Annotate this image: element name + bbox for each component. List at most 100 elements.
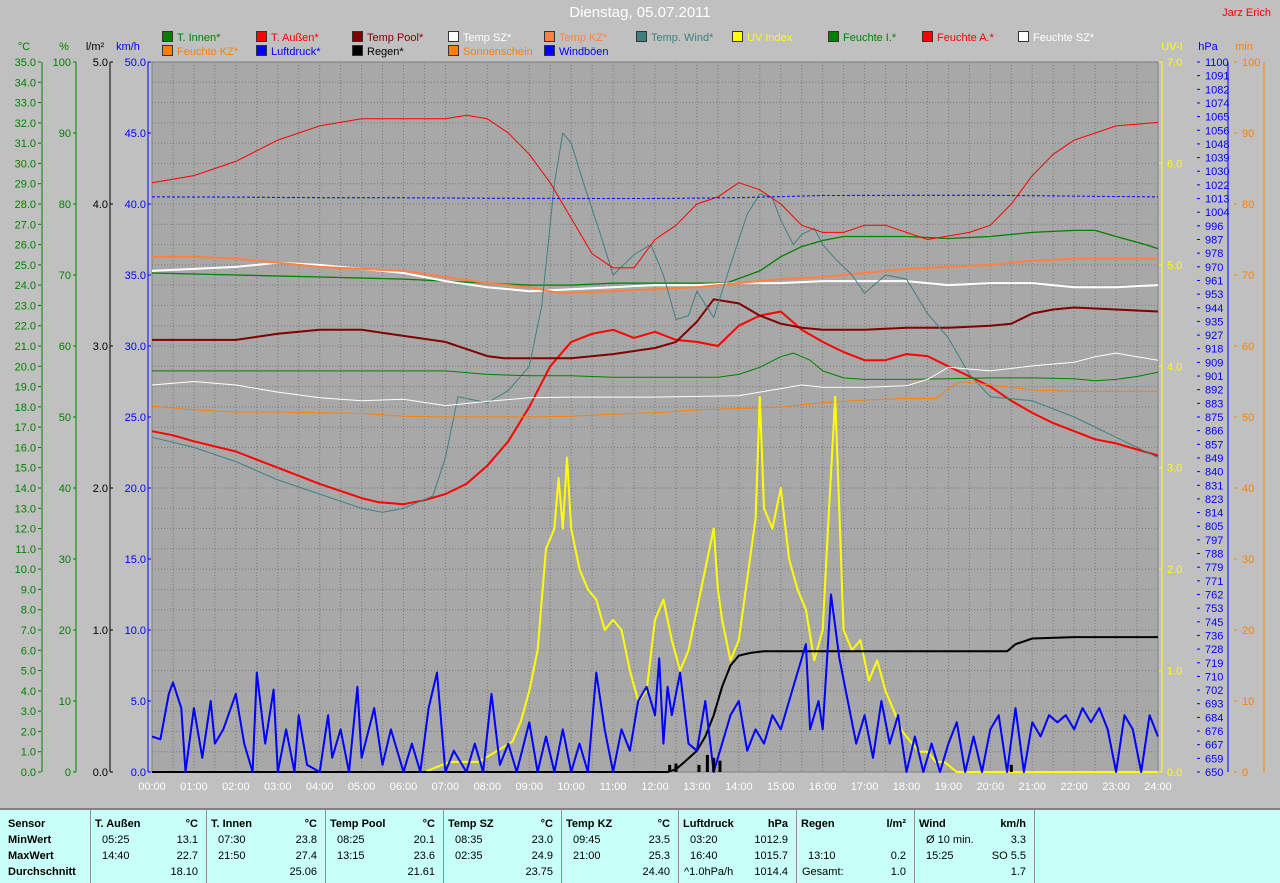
legend-swatch: [922, 31, 933, 42]
pressure-axis-tick-label: 857: [1205, 439, 1223, 451]
temp-axis-tick-label: 16.0: [15, 442, 36, 454]
legend-item: Temp Pool*: [352, 31, 423, 45]
stats-label-max: MaxWert: [8, 850, 54, 862]
stats-cell-max: 0.2: [890, 850, 906, 862]
wind-axis-tick-label: 10.0: [125, 625, 146, 637]
stats-cell-max-time: 21:00: [573, 850, 601, 862]
chart-title: Dienstag, 05.07.2011: [569, 4, 711, 21]
stats-cell-unit: hPa: [767, 818, 788, 830]
legend-item: Feuchte KZ*: [162, 45, 238, 59]
temp-axis-tick-label: 19.0: [15, 382, 36, 394]
legend-label: T. Innen*: [177, 32, 221, 44]
pressure-axis-tick-label: 788: [1205, 549, 1223, 561]
sun-axis-tick-label: 30: [1242, 554, 1254, 566]
time-axis-tick-label: 04:00: [306, 781, 334, 793]
temp-axis-tick-label: 31.0: [15, 138, 36, 150]
humidity-axis-tick-label: 10: [59, 696, 71, 708]
humidity-axis-tick-label: 50: [59, 412, 71, 424]
pressure-axis-tick-label: 719: [1205, 658, 1223, 670]
stats-cell-avg: 23.75: [525, 866, 553, 878]
stats-cell-avg: 21.61: [407, 866, 435, 878]
pressure-axis-tick-label: 676: [1205, 726, 1223, 738]
pressure-axis-tick-label: 935: [1205, 316, 1223, 328]
wind-axis-unit: km/h: [116, 41, 140, 53]
temp-axis-tick-label: 22.0: [15, 321, 36, 333]
pressure-axis-tick-label: 779: [1205, 562, 1223, 574]
legend-item: Feuchte A.*: [922, 31, 994, 45]
temp-axis-unit: °C: [18, 41, 30, 53]
rain-bar: [1009, 764, 1013, 772]
pressure-axis-tick-label: 996: [1205, 221, 1223, 233]
legend-swatch: [732, 31, 743, 42]
legend-item: Temp. Wind*: [636, 31, 713, 45]
stats-cell-min: 20.1: [413, 834, 435, 846]
weather-chart: 35.0 34.0 33.0 32.0 31.0 30.0 29.0 28.0 27.0 26.0…: [15, 41, 1265, 793]
temp-axis-tick-label: 27.0: [15, 219, 36, 231]
legend-swatch: [256, 31, 267, 42]
rain-axis-tick-label: 1.0: [93, 625, 108, 637]
pressure-axis-tick-label: 745: [1205, 617, 1223, 629]
stats-cell-min-time: 03:20: [690, 834, 718, 846]
time-axis-tick-label: 23:00: [1102, 781, 1130, 793]
pressure-axis-tick-label: 650: [1205, 767, 1223, 779]
stats-cell-unit: °C: [540, 818, 553, 830]
pressure-axis-tick-label: 840: [1205, 467, 1223, 479]
uv-axis-tick-label: 1.0: [1167, 666, 1182, 678]
stats-table: Sensor MinWert MaxWert Durchschnitt T. A…: [0, 808, 1280, 883]
legend-label: Temp Pool*: [367, 32, 424, 44]
pressure-axis-tick-label: 961: [1205, 275, 1223, 287]
stats-cell-min-time: 09:45: [573, 834, 601, 846]
legend-item: Feuchte I.*: [828, 31, 896, 45]
pressure-axis-tick-label: 823: [1205, 494, 1223, 506]
pressure-axis-tick-label: 728: [1205, 644, 1223, 656]
sun-axis-tick-label: 70: [1242, 270, 1254, 282]
time-axis-tick-label: 19:00: [935, 781, 963, 793]
stats-cell-min: 13.1: [176, 834, 198, 846]
wind-axis-tick-label: 0.0: [131, 767, 146, 779]
pressure-axis-tick-label: 987: [1205, 235, 1223, 247]
uv-axis-unit: UV-I: [1161, 41, 1182, 53]
rain-axis-unit: l/m²: [86, 41, 105, 53]
pressure-axis-tick-label: 797: [1205, 535, 1223, 547]
wind-axis-tick-label: 45.0: [125, 128, 146, 140]
time-axis-tick-label: 03:00: [264, 781, 292, 793]
stats-cell-min-time: 07:30: [218, 834, 246, 846]
temp-axis-tick-label: 20.0: [15, 361, 36, 373]
author-label: Jarz Erich: [1222, 7, 1271, 19]
stats-cell-name: Temp SZ: [448, 818, 494, 830]
temp-axis-tick-label: 6.0: [21, 645, 36, 657]
pressure-axis-tick-label: 1091: [1205, 71, 1229, 83]
temp-axis-tick-label: 10.0: [15, 564, 36, 576]
rain-bar: [718, 760, 722, 772]
humidity-axis-tick-label: 40: [59, 483, 71, 495]
legend-label: T. Außen*: [271, 32, 319, 44]
temp-axis-tick-label: 3.0: [21, 706, 36, 718]
stats-panel: T. Außen °C 05:25 13.1 14:40 22.7 18.10: [90, 810, 207, 883]
temp-axis-tick-label: 1.0: [21, 747, 36, 759]
legend-swatch: [162, 31, 173, 42]
wind-axis-tick-label: 25.0: [125, 412, 146, 424]
time-axis-tick-label: 20:00: [977, 781, 1005, 793]
stats-cell-max-time: 13:10: [808, 850, 836, 862]
pressure-axis-tick-label: 1013: [1205, 194, 1229, 206]
pressure-axis-tick-label: 762: [1205, 590, 1223, 602]
legend-item: Sonnenschein: [448, 45, 533, 59]
rain-bar: [674, 763, 678, 772]
stats-panel: Wind km/h Ø 10 min. 3.3 15:25 SO 5.5 1.7: [914, 810, 1035, 883]
legend-swatch: [828, 31, 839, 42]
stats-cell-max-time: 21:50: [218, 850, 246, 862]
legend-swatch: [352, 31, 363, 42]
time-axis-tick-label: 18:00: [893, 781, 921, 793]
temp-axis-tick-label: 17.0: [15, 422, 36, 434]
stats-cell-min-time: 08:25: [337, 834, 365, 846]
pressure-axis-tick-label: 944: [1205, 303, 1223, 315]
pressure-axis-tick-label: 849: [1205, 453, 1223, 465]
stats-cell-name: Wind: [919, 818, 946, 830]
temp-axis-tick-label: 5.0: [21, 666, 36, 678]
humidity-axis-tick-label: 30: [59, 554, 71, 566]
temp-axis-tick-label: 34.0: [15, 77, 36, 89]
time-axis-tick-label: 06:00: [390, 781, 418, 793]
temp-axis-tick-label: 8.0: [21, 605, 36, 617]
rain-bar: [705, 754, 709, 772]
temp-axis-tick-label: 26.0: [15, 240, 36, 252]
